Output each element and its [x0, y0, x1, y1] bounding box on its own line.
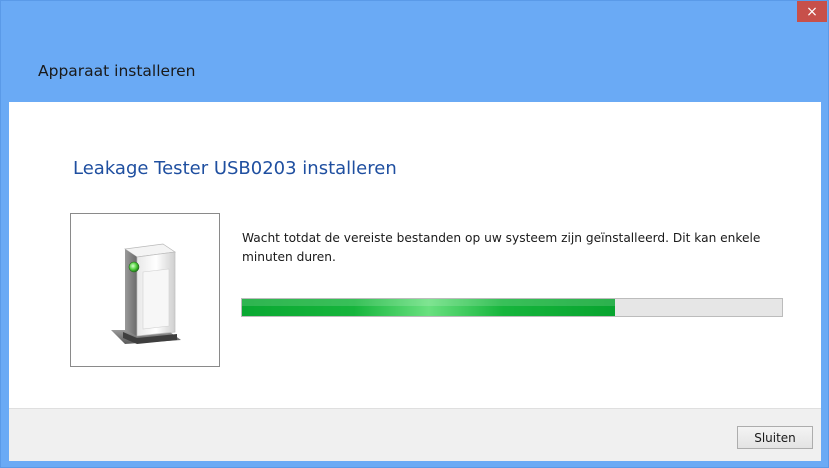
- footer-bar: Sluiten: [9, 408, 821, 461]
- window-title: Apparaat installeren: [38, 62, 196, 80]
- close-icon: ×: [806, 3, 818, 20]
- device-icon-frame: [70, 213, 220, 367]
- status-description: Wacht totdat de vereiste bestanden op uw…: [242, 231, 761, 264]
- page-title: Leakage Tester USB0203 installeren: [73, 158, 397, 179]
- window-close-button[interactable]: ×: [797, 1, 827, 22]
- progress-bar: [241, 298, 783, 317]
- progress-bar-fill: [242, 299, 615, 316]
- installer-window: × Apparaat installeren Leakage Tester US…: [0, 0, 829, 468]
- close-button[interactable]: Sluiten: [737, 426, 813, 449]
- content-panel: Leakage Tester USB0203 installeren Wacht…: [9, 102, 821, 408]
- computer-tower-icon: [111, 243, 181, 344]
